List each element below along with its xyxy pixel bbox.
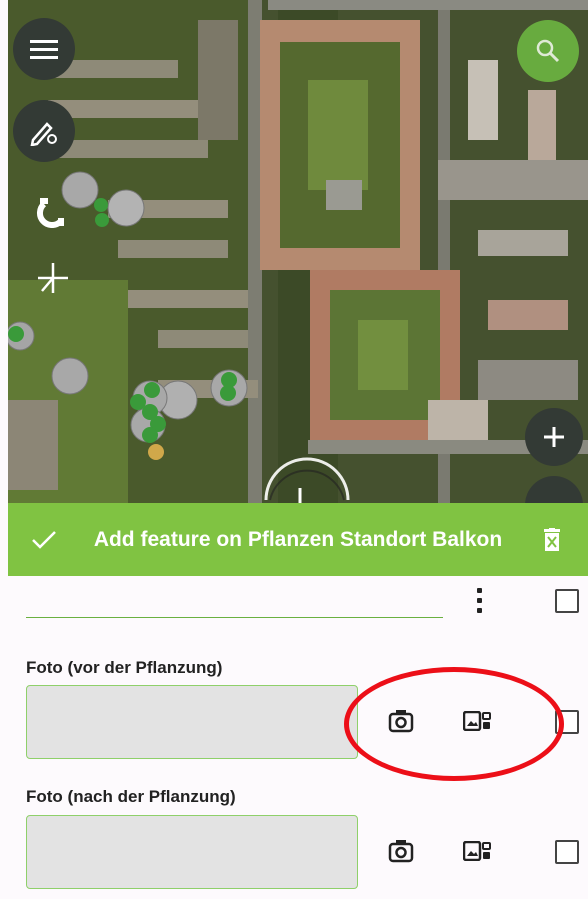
feature-form: Foto (vor der Pflanzung) Foto (nach der … — [8, 576, 588, 899]
highlight-annotation — [344, 667, 564, 781]
previous-field-underline — [26, 617, 443, 618]
photo-preview-foto-vor[interactable] — [26, 685, 358, 759]
aerial-imagery — [8, 0, 588, 503]
field-label-foto-vor: Foto (vor der Pflanzung) — [26, 658, 223, 677]
delete-button[interactable] — [516, 527, 588, 552]
gallery-icon[interactable] — [463, 841, 491, 861]
field-label-foto-nach: Foto (nach der Pflanzung) — [26, 787, 236, 806]
photo-preview-foto-nach[interactable] — [26, 815, 358, 889]
digitize-button[interactable] — [22, 247, 84, 309]
form-title: Add feature on Pflanzen Standort Balkon — [93, 528, 503, 551]
crosshair-node-icon — [38, 263, 68, 293]
check-icon — [32, 530, 56, 549]
remember-checkbox-previous[interactable] — [555, 589, 579, 613]
camera-icon[interactable] — [388, 839, 414, 863]
search-button[interactable] — [517, 20, 579, 82]
remember-checkbox-foto-nach[interactable] — [555, 840, 579, 864]
hamburger-menu-icon — [30, 40, 58, 59]
edit-tool-button[interactable] — [13, 100, 75, 162]
trash-icon — [544, 527, 560, 551]
menu-button[interactable] — [13, 18, 75, 80]
magnet-icon — [36, 198, 64, 228]
feature-form-header: Add feature on Pflanzen Standort Balkon — [8, 503, 588, 576]
pencil-gear-icon — [30, 122, 57, 146]
plus-icon — [544, 427, 564, 447]
save-button[interactable] — [8, 530, 80, 550]
map-canvas[interactable] — [8, 0, 588, 503]
search-icon — [536, 39, 560, 63]
more-options-button[interactable] — [477, 588, 483, 618]
zoom-in-button[interactable] — [525, 408, 583, 466]
snapping-button[interactable] — [22, 180, 84, 242]
